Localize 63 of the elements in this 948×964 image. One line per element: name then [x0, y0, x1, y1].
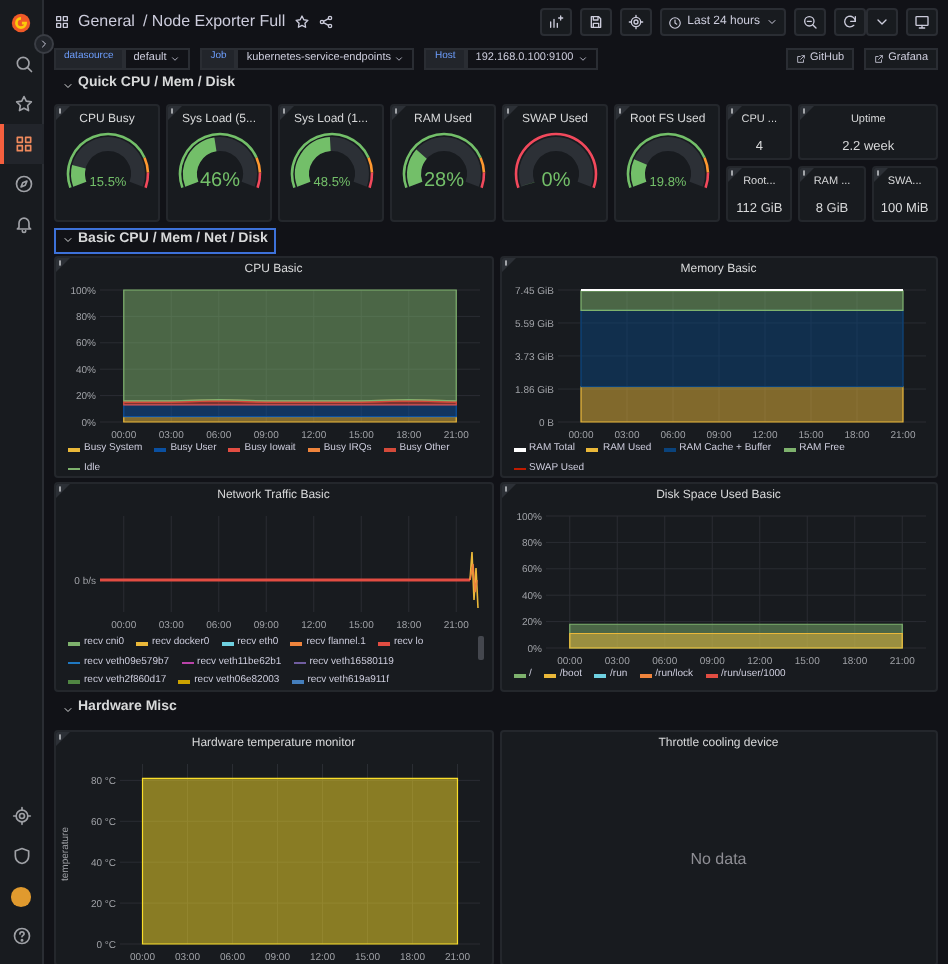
info-icon[interactable] [800, 168, 815, 182]
info-icon[interactable] [56, 258, 70, 272]
zoom-out-icon [802, 14, 818, 30]
clock-icon [667, 15, 682, 29]
info-icon[interactable] [800, 106, 815, 120]
info-icon[interactable] [56, 484, 70, 498]
bar-chart-plus-icon [547, 14, 564, 30]
gauge-value: 28% [423, 170, 463, 192]
star-icon[interactable] [293, 14, 310, 30]
refresh-interval-button[interactable] [866, 8, 898, 36]
caret-icon [577, 53, 588, 63]
settings-icon[interactable] [11, 806, 31, 826]
no-data-message: No data [690, 847, 747, 871]
expand-button[interactable] [34, 34, 54, 54]
caret-icon [766, 16, 778, 28]
settings-icon [627, 14, 644, 30]
info-icon[interactable] [873, 168, 888, 182]
scrollbar[interactable] [477, 636, 483, 660]
share-icon[interactable] [317, 14, 334, 30]
external-link-icon [874, 53, 885, 63]
info-icon[interactable] [616, 106, 630, 120]
add-panel-button[interactable] [539, 8, 572, 36]
refresh-icon [842, 14, 858, 30]
info-icon[interactable] [280, 106, 294, 120]
caret-icon [874, 14, 890, 30]
info-icon[interactable] [56, 731, 70, 745]
logo-icon[interactable] [10, 12, 32, 34]
gauge-value: 46% [199, 170, 239, 192]
dashboards-icon [13, 134, 33, 154]
gauge-value: 0% [540, 170, 570, 192]
info-icon[interactable] [504, 106, 518, 120]
zoom-out-button[interactable] [794, 8, 826, 36]
nav-button[interactable] [0, 124, 43, 164]
chevron-down-icon [62, 703, 74, 715]
shield-icon[interactable] [11, 846, 31, 866]
caret-icon [394, 53, 405, 63]
folder-link[interactable]: General [78, 10, 135, 34]
dashboard-title: / Node Exporter Full [142, 10, 286, 34]
info-icon[interactable] [168, 106, 182, 120]
compass-icon [13, 174, 33, 194]
external-link-icon [796, 53, 806, 63]
info-icon[interactable] [392, 106, 406, 120]
save-button[interactable] [579, 8, 612, 36]
info-icon[interactable] [728, 168, 742, 182]
info-icon[interactable] [501, 258, 515, 272]
bell-icon [13, 214, 33, 234]
chevron-down-icon [62, 234, 74, 246]
monitor-icon [914, 14, 930, 30]
info-icon[interactable] [728, 106, 742, 120]
settings-button[interactable] [619, 8, 652, 36]
caret-icon [170, 53, 181, 63]
save-icon [587, 14, 604, 30]
star-icon [13, 94, 33, 114]
info-icon[interactable] [56, 106, 70, 120]
help-icon[interactable] [11, 926, 31, 946]
view-mode-button[interactable] [906, 8, 938, 36]
info-icon[interactable] [501, 484, 515, 498]
search-icon [13, 54, 33, 74]
dashboards-icon [54, 14, 70, 30]
avatar-icon[interactable] [10, 885, 32, 907]
chevron-down-icon [62, 79, 74, 91]
refresh-button[interactable] [834, 8, 866, 36]
chevron-right-icon [38, 38, 50, 50]
